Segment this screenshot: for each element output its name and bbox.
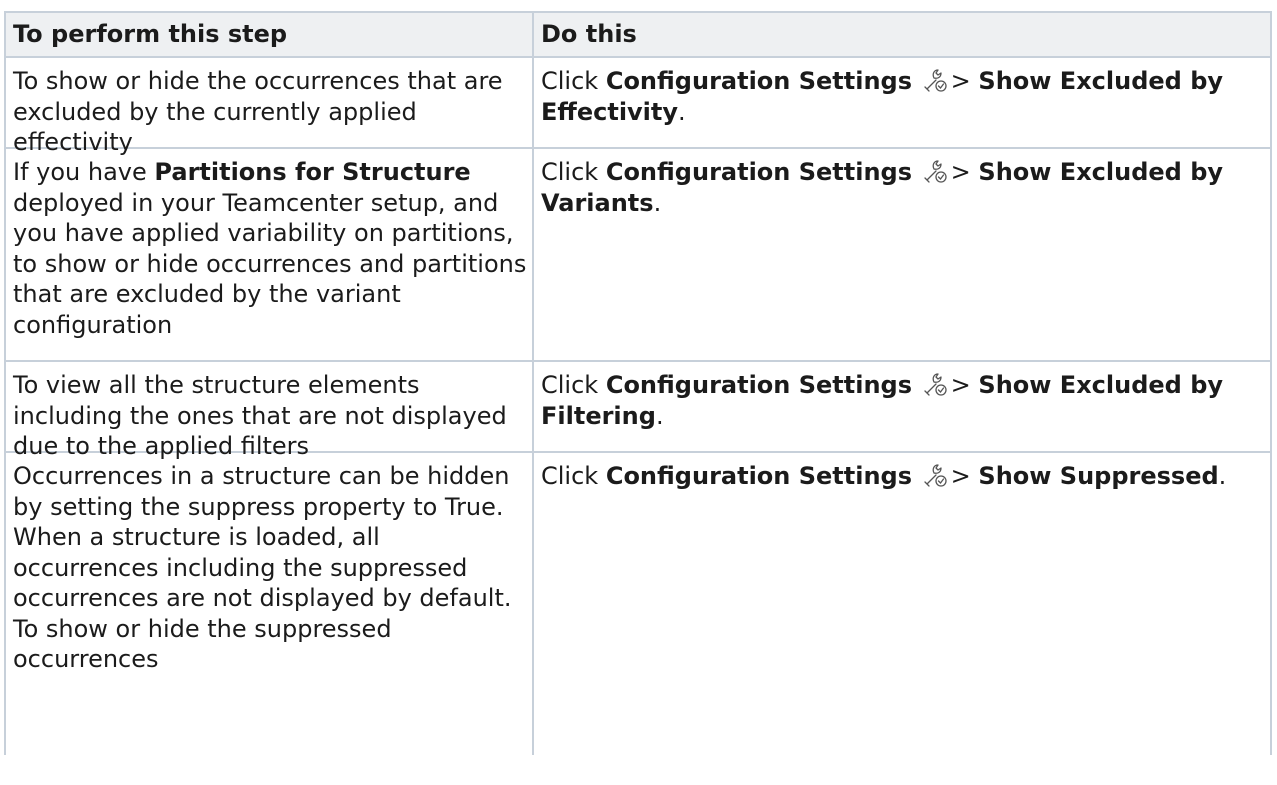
menu-name: Configuration Settings [605, 158, 913, 186]
click-text: Click [541, 462, 599, 490]
action-cell: Click Configuration Settings > Show Excl… [532, 362, 1272, 451]
click-text: Click [541, 371, 599, 399]
step-cell: Occurrences in a structure can be hidden… [4, 453, 532, 755]
step-text: To show or hide the occurrences that are… [13, 67, 503, 156]
configuration-settings-icon [924, 464, 947, 487]
table-header-row: To perform this step Do this [4, 13, 1272, 58]
table-row: To view all the structure elements inclu… [4, 362, 1272, 460]
step-text-bold: Partitions for Structure [154, 158, 471, 186]
click-text: Click [541, 67, 599, 95]
menu-name: Configuration Settings [605, 371, 913, 399]
header-step: To perform this step [4, 13, 532, 56]
header-action: Do this [532, 13, 1272, 56]
step-cell: If you have Partitions for Structure dep… [4, 149, 532, 360]
steps-table: To perform this step Do this To show or … [4, 11, 1272, 755]
configuration-settings-icon [924, 373, 947, 396]
period: . [1218, 462, 1227, 490]
configuration-settings-icon [924, 69, 947, 92]
period: . [655, 401, 664, 430]
configuration-settings-icon [924, 160, 947, 183]
step-text-post: deployed in your Teamcenter setup, and y… [13, 188, 527, 339]
step-text: To view all the structure elements inclu… [13, 371, 507, 460]
period: . [653, 188, 662, 217]
click-text: Click [541, 158, 599, 186]
table-row: Occurrences in a structure can be hidden… [4, 453, 1272, 755]
step-cell: To show or hide the occurrences that are… [4, 58, 532, 156]
step-text-pre: If you have [13, 158, 147, 186]
separator: > [950, 158, 971, 186]
step-text: Occurrences in a structure can be hidden… [13, 462, 512, 673]
menu-name: Configuration Settings [605, 67, 913, 95]
separator: > [950, 462, 971, 490]
table-row: If you have Partitions for Structure dep… [4, 149, 1272, 362]
separator: > [950, 371, 971, 399]
period: . [678, 97, 686, 126]
menu-name: Configuration Settings [605, 462, 913, 490]
table-row: To show or hide the occurrences that are… [4, 58, 1272, 156]
menu-option: Show Suppressed [978, 462, 1219, 490]
action-cell: Click Configuration Settings > Show Excl… [532, 58, 1272, 147]
action-cell: Click Configuration Settings > Show Excl… [532, 149, 1272, 360]
separator: > [950, 67, 971, 95]
step-cell: To view all the structure elements inclu… [4, 362, 532, 460]
action-cell: Click Configuration Settings > Show Supp… [532, 453, 1272, 755]
